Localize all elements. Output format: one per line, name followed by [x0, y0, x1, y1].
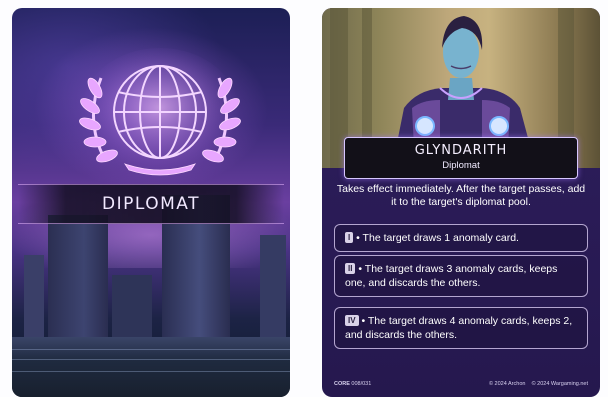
tier-row: II • The target draws 3 anomaly cards, k… — [334, 255, 588, 297]
character-name: GLYNDARITH — [414, 143, 508, 158]
tower — [260, 235, 286, 345]
card-number: 008/031 — [351, 381, 372, 387]
tier-badge: II — [345, 263, 356, 274]
tier-row: I • The target draws 1 anomaly card. — [334, 224, 588, 252]
glyndarith-card-front[interactable]: GLYNDARITH Diplomat Takes effect immedia… — [322, 8, 600, 397]
copyright-archon: © 2024 Archon — [488, 381, 526, 387]
copyright: © 2024 Archon © 2024 Wargaming.net — [489, 381, 588, 387]
tier-badge: I — [345, 232, 354, 243]
title-banner: DIPLOMAT — [18, 184, 284, 224]
set-info: CORE 008/031 — [334, 381, 371, 387]
plaza — [12, 337, 290, 397]
globe-laurel-icon — [79, 48, 241, 180]
set-code: CORE — [334, 381, 350, 387]
tier-text: • The target draws 1 anomaly card. — [356, 232, 519, 244]
tier-text: • The target draws 4 anomaly cards, keep… — [345, 315, 573, 341]
copyright-wargaming: © 2024 Wargaming.net — [531, 381, 588, 387]
tower — [48, 215, 108, 345]
tier-badge: IV — [345, 315, 359, 326]
effect-text: Takes effect immediately. After the targ… — [336, 183, 586, 208]
tier-text: • The target draws 3 anomaly cards, keep… — [345, 263, 558, 289]
diplomat-card-back[interactable]: DIPLOMAT — [12, 8, 290, 397]
tower — [24, 255, 44, 345]
name-plate: GLYNDARITH Diplomat — [344, 137, 578, 179]
card-footer: CORE 008/031 © 2024 Archon © 2024 Wargam… — [322, 371, 600, 397]
tier-row: IV • The target draws 4 anomaly cards, k… — [334, 307, 588, 349]
card-title: DIPLOMAT — [102, 194, 200, 214]
character-class: Diplomat — [442, 160, 480, 171]
tower — [112, 275, 152, 345]
